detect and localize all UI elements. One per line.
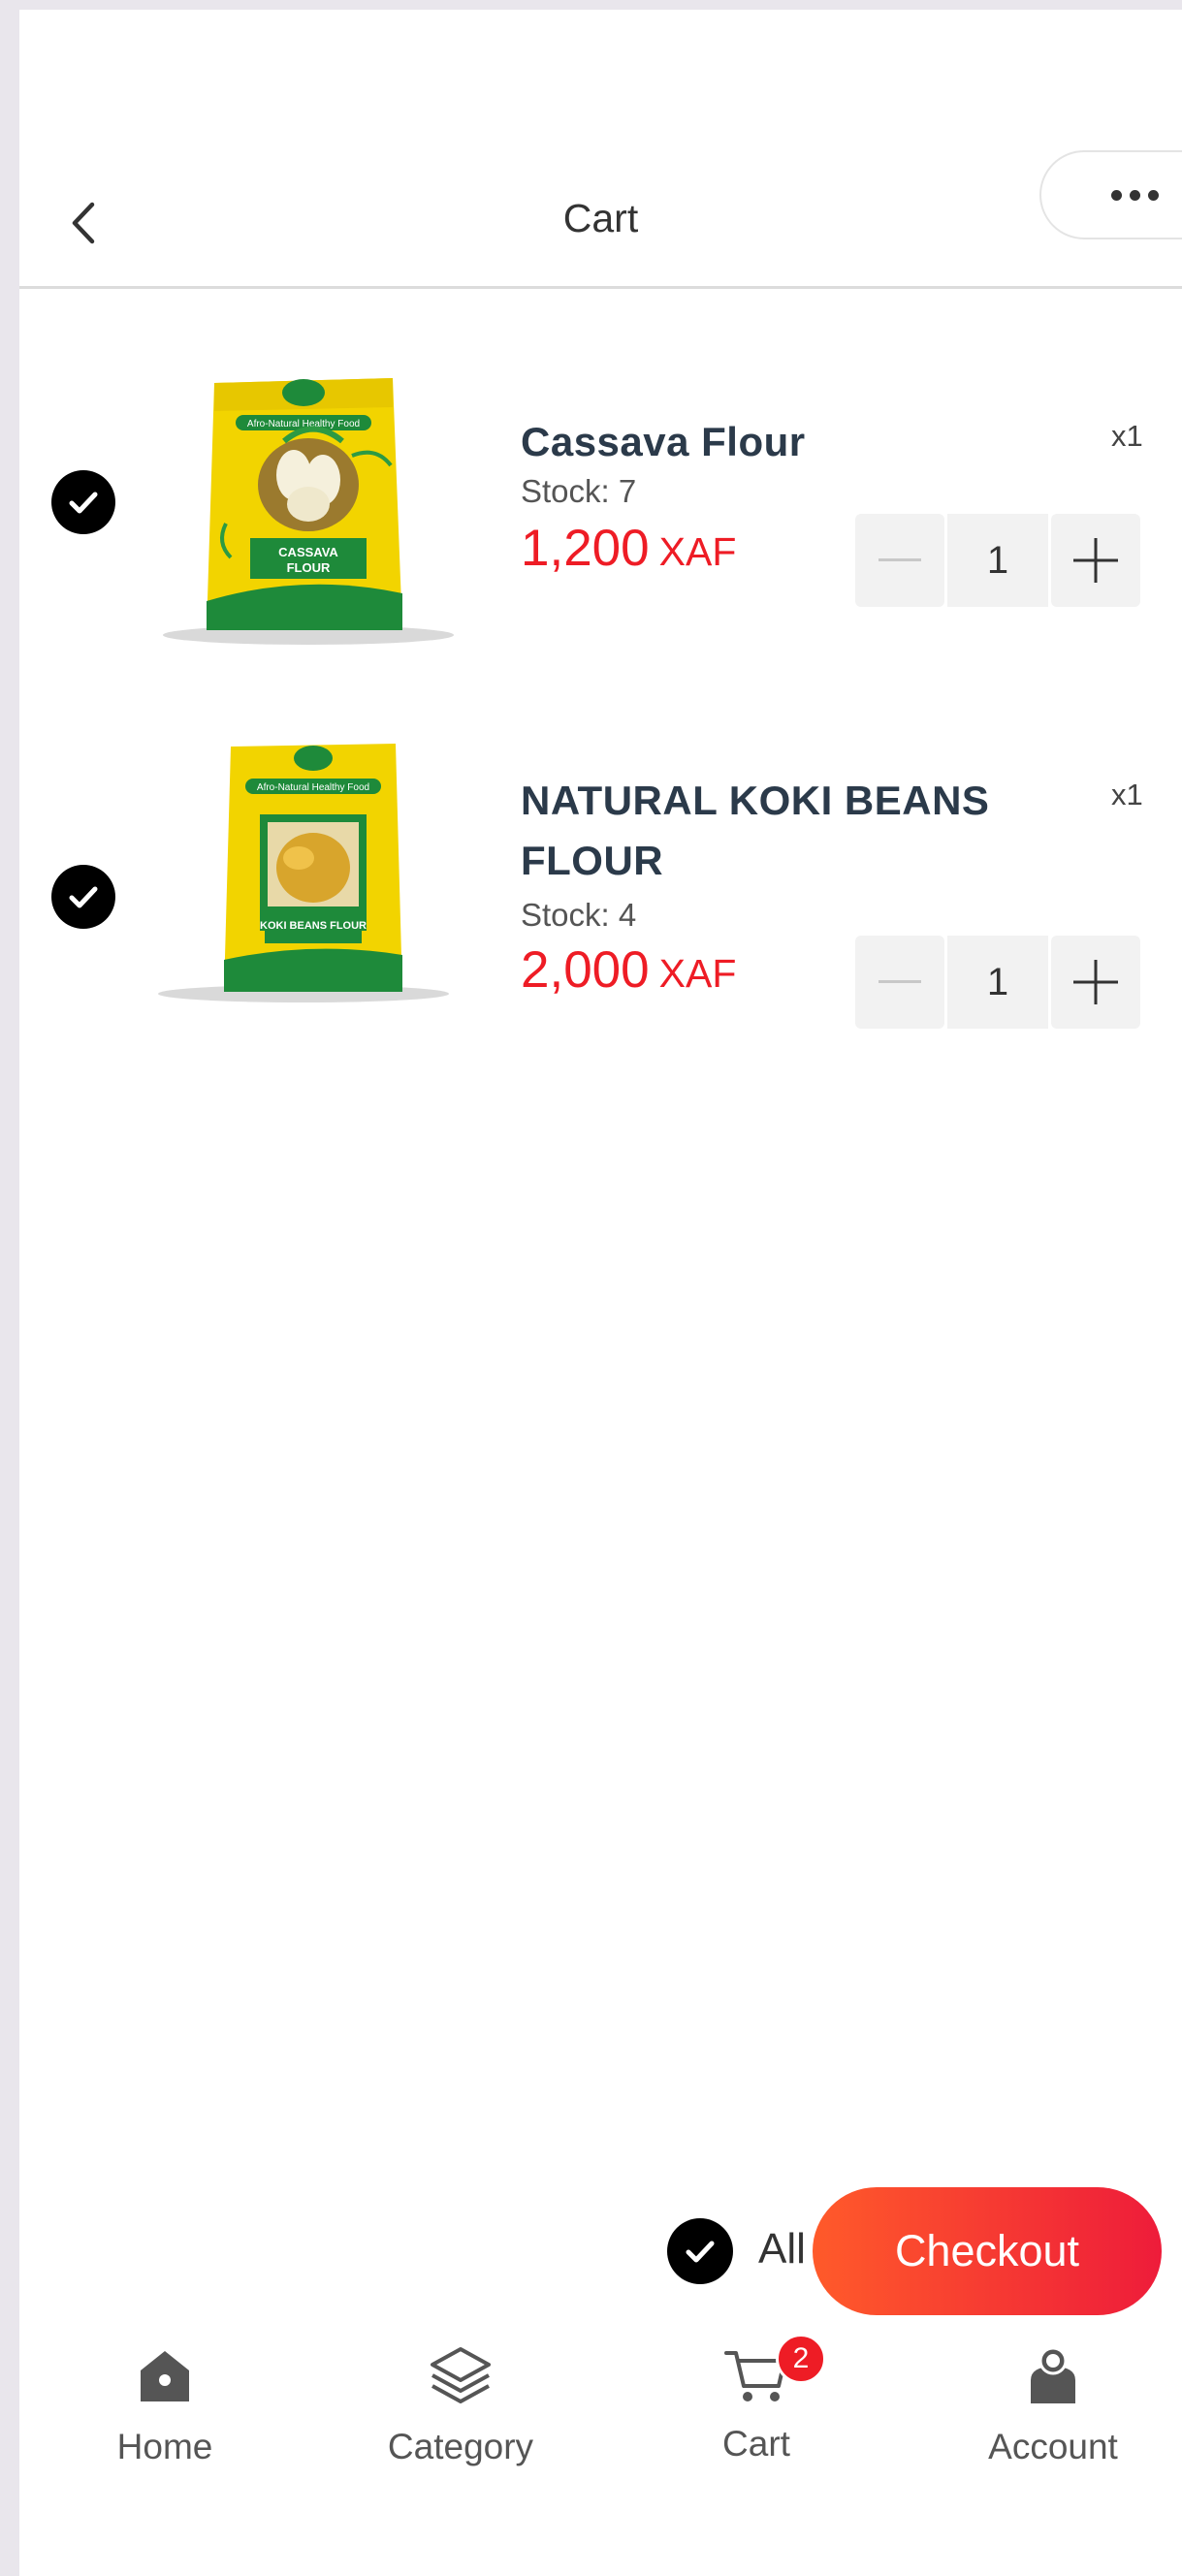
item-count: x1 <box>1111 778 1143 811</box>
plus-icon <box>1073 538 1118 583</box>
quantity-value[interactable]: 1 <box>947 514 1048 607</box>
checkout-button[interactable]: Checkout <box>813 2187 1162 2315</box>
nav-category[interactable]: Category <box>344 2341 577 2487</box>
more-horizontal-icon <box>1111 189 1159 201</box>
svg-text:CASSAVA: CASSAVA <box>278 545 338 559</box>
nav-account-label: Account <box>988 2427 1118 2466</box>
page-title: Cart <box>562 196 639 240</box>
decrement-button[interactable] <box>855 936 944 1029</box>
nav-cart-label: Cart <box>722 2424 790 2464</box>
quantity-value[interactable]: 1 <box>947 936 1048 1029</box>
item-select-checkbox[interactable] <box>51 470 115 534</box>
nav-home-label: Home <box>116 2427 213 2466</box>
quantity-stepper: 1 <box>855 936 1167 1029</box>
package-label: KOKI BEANS FLOUR <box>260 920 367 932</box>
home-icon <box>141 2351 189 2401</box>
price-currency: XAF <box>658 951 737 996</box>
item-count: x1 <box>1111 419 1143 453</box>
svg-text:FLOUR: FLOUR <box>287 560 331 575</box>
select-all-label[interactable]: All <box>758 2225 806 2274</box>
nav-cart[interactable]: 2 Cart <box>640 2334 873 2487</box>
price: 2,000 XAF <box>521 940 736 1000</box>
decrement-button[interactable] <box>855 514 944 607</box>
select-all-checkbox[interactable] <box>667 2218 733 2284</box>
more-options-button[interactable] <box>1039 150 1182 239</box>
nav-home[interactable]: Home <box>48 2341 281 2487</box>
price-currency: XAF <box>658 529 737 574</box>
cart-item: Afro-Natural Healthy Food KOKI BEANS FLO… <box>19 722 1182 1081</box>
layers-icon <box>431 2347 491 2403</box>
product-image[interactable]: Afro-Natural Healthy Food CASSAVA FLOUR <box>139 339 483 669</box>
price: 1,200 XAF <box>521 519 736 578</box>
item-select-checkbox[interactable] <box>51 865 115 929</box>
account-icon <box>1031 2346 1075 2403</box>
check-circle-icon <box>686 2241 715 2263</box>
minus-icon <box>879 558 921 561</box>
cart-item: Afro-Natural Healthy Food CASSAVA FLOUR … <box>19 330 1182 688</box>
check-circle-icon <box>69 886 98 908</box>
price-amount: 2,000 <box>521 941 650 999</box>
package-banner: Afro-Natural Healthy Food <box>257 782 369 793</box>
quantity-stepper: 1 <box>855 514 1167 607</box>
minus-icon <box>879 980 921 983</box>
product-image[interactable]: Afro-Natural Healthy Food KOKI BEANS FLO… <box>139 722 483 1052</box>
stock-label: Stock: 7 <box>521 473 637 509</box>
increment-button[interactable] <box>1051 514 1140 607</box>
price-amount: 1,200 <box>521 520 650 577</box>
product-name[interactable]: Cassava Flour <box>521 412 1025 472</box>
app-screen: Cart Afro-Natural Healthy Food CASSAVA F… <box>19 10 1182 2576</box>
stock-label: Stock: 4 <box>521 897 637 933</box>
top-bar: Cart <box>19 10 1182 289</box>
check-circle-icon <box>69 492 98 514</box>
plus-icon <box>1073 960 1118 1004</box>
nav-account[interactable]: Account <box>937 2341 1169 2487</box>
cart-count-badge: 2 <box>776 2334 826 2384</box>
nav-category-label: Category <box>387 2427 534 2466</box>
increment-button[interactable] <box>1051 936 1140 1029</box>
product-name[interactable]: NATURAL KOKI BEANS FLOUR <box>521 771 1025 891</box>
